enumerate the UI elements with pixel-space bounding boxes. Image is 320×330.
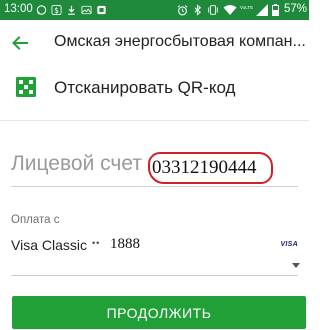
download-icon xyxy=(68,5,75,15)
bluetooth-icon xyxy=(194,4,202,16)
status-time: 13:00 xyxy=(4,3,33,15)
alarm-icon xyxy=(177,5,188,16)
toolbar: Омская энергосбытовая компан... xyxy=(0,20,309,66)
scan-qr-button[interactable]: Отсканировать QR-код xyxy=(0,72,309,108)
chevron-down-icon xyxy=(292,263,300,268)
card-name: Visa Classic xyxy=(11,237,87,253)
arrow-left-icon[interactable] xyxy=(8,31,32,55)
payment-card-select[interactable]: Visa Classic •• 1888 VISA xyxy=(0,230,309,270)
volte-indicator: VoLTE xyxy=(240,5,254,10)
svg-text:$: $ xyxy=(54,6,59,15)
battery-percent: 57% xyxy=(283,3,307,15)
card-mask: •• xyxy=(92,238,101,248)
battery-icon xyxy=(272,4,279,16)
qr-code-icon xyxy=(16,77,36,97)
image-icon xyxy=(81,5,92,15)
visa-logo-icon: VISA xyxy=(280,241,298,248)
section-divider xyxy=(0,120,309,121)
wifi-icon xyxy=(223,5,237,15)
signal-icon xyxy=(256,4,268,16)
whatsapp-icon xyxy=(36,5,47,15)
vibrate-icon xyxy=(208,5,218,15)
payment-source-label: Оплата с xyxy=(11,214,60,226)
account-field-underline xyxy=(11,186,298,187)
account-label: Лицевой счет xyxy=(11,152,142,175)
dollar-icon: $ xyxy=(51,5,62,15)
status-bar: 13:00 $ VoLTE 57% xyxy=(0,0,309,20)
sim-card-icon xyxy=(97,5,106,15)
account-number-field[interactable]: 03312190444 xyxy=(148,152,273,184)
continue-button[interactable]: ПРОДОЛЖИТЬ xyxy=(12,296,306,329)
page-title: Омская энергосбытовая компан... xyxy=(54,33,306,50)
scan-qr-label: Отсканировать QR-код xyxy=(54,78,236,97)
payment-field-underline xyxy=(11,275,298,276)
card-last-digits: 1888 xyxy=(110,236,140,252)
